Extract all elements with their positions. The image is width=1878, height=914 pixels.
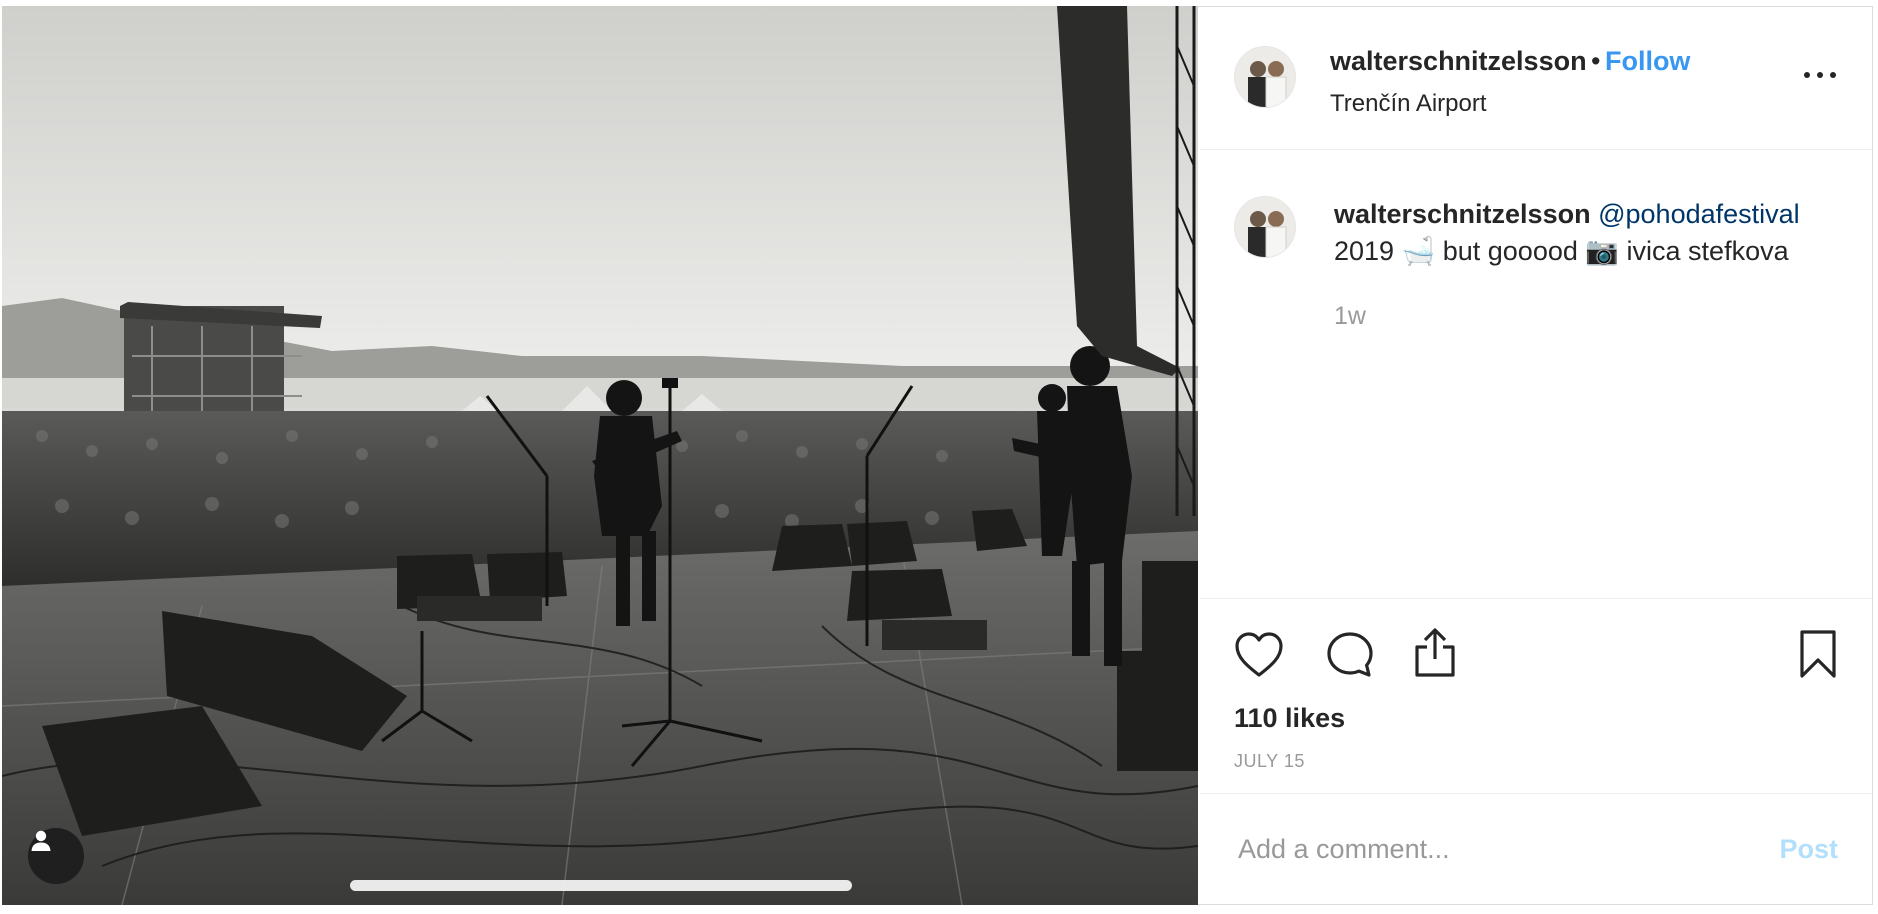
likes-count[interactable]: 110 likes [1234, 703, 1345, 734]
post-header: walterschnitzelsson • Follow Trenčín Air… [1200, 6, 1872, 150]
more-options-icon[interactable] [1804, 70, 1836, 80]
post-actions: 110 likes JULY 15 [1200, 598, 1872, 799]
camera-emoji: 📷 [1585, 236, 1620, 266]
caption-avatar[interactable] [1234, 196, 1296, 258]
caption-username[interactable]: walterschnitzelsson [1334, 199, 1591, 229]
bookmark-icon [1800, 630, 1836, 678]
comment-bar: Post [1200, 793, 1872, 905]
caption-time-ago[interactable]: 1w [1334, 302, 1366, 331]
author-line: walterschnitzelsson • Follow [1330, 46, 1690, 77]
concert-stage-photo [2, 6, 1198, 905]
post-comment-button[interactable]: Post [1779, 834, 1838, 865]
heart-icon [1235, 632, 1283, 677]
comment-input[interactable] [1236, 828, 1740, 870]
separator-dot: • [1591, 46, 1601, 76]
caption-mention[interactable]: @pohodafestival [1598, 199, 1800, 229]
horizontal-scrollbar[interactable] [350, 880, 852, 891]
user-tag-button[interactable] [28, 828, 84, 884]
save-button[interactable] [1798, 629, 1838, 684]
follow-button[interactable]: Follow [1605, 46, 1690, 76]
avatar-image [1235, 47, 1295, 107]
caption-text-1: 2019 [1334, 236, 1395, 266]
caption-text-2: but gooood [1442, 236, 1578, 266]
share-button[interactable] [1412, 627, 1458, 684]
share-icon [1415, 628, 1455, 677]
post-photo[interactable] [2, 6, 1198, 905]
comment-icon [1327, 632, 1373, 677]
comment-button[interactable] [1326, 631, 1374, 684]
bathtub-emoji: 🛁 [1401, 236, 1436, 266]
avatar-image [1235, 197, 1295, 257]
caption-text-3: ivica stefkova [1626, 236, 1789, 266]
post-caption: walterschnitzelsson @pohodafestival 2019… [1334, 196, 1854, 270]
post-sidebar: walterschnitzelsson • Follow Trenčín Air… [1200, 6, 1872, 904]
post-date[interactable]: JULY 15 [1234, 751, 1305, 772]
author-avatar[interactable] [1234, 46, 1296, 108]
author-username[interactable]: walterschnitzelsson [1330, 46, 1587, 76]
like-button[interactable] [1234, 631, 1284, 684]
person-icon [31, 830, 51, 851]
post-location[interactable]: Trenčín Airport [1330, 90, 1487, 118]
